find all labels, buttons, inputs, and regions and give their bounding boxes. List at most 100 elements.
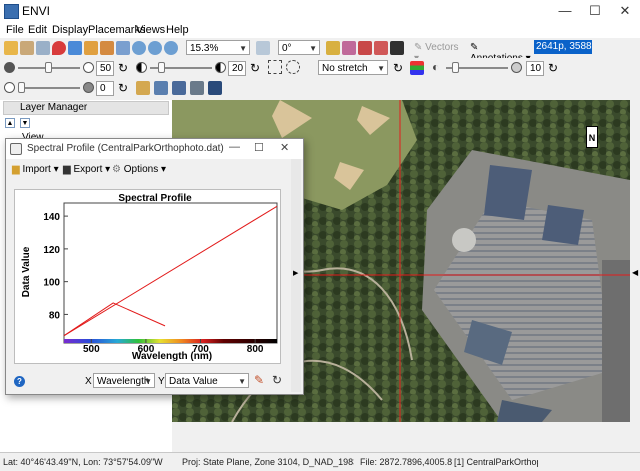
refresh-plot-icon[interactable]: ↻ xyxy=(272,373,282,387)
placemark-pin-icon[interactable] xyxy=(52,41,66,55)
reset-brightness-icon[interactable]: ↻ xyxy=(118,61,128,75)
y-tick-label: 80 xyxy=(49,310,61,321)
brightness-value-field[interactable]: 50 xyxy=(96,61,114,76)
reset-sharpen-icon[interactable]: ↻ xyxy=(548,61,558,75)
sharpen-max-icon xyxy=(511,62,522,73)
contrast-value-field[interactable]: 20 xyxy=(228,61,246,76)
spectral-plot-area[interactable]: Spectral Profile Data Value Wavelength (… xyxy=(14,189,281,364)
vectors-menu[interactable]: ✎ Vectors ▾ xyxy=(414,42,464,64)
crosshairs-icon[interactable] xyxy=(326,41,340,55)
plot-style-pencil-icon[interactable]: ✎ xyxy=(254,373,264,387)
collapse-all-icon[interactable]: ▲ xyxy=(5,118,15,128)
contrast-low-icon xyxy=(136,62,147,73)
go-to-field[interactable]: 2641p, 3588p xyxy=(534,40,592,54)
x-axis-select-value: Wavelength xyxy=(97,376,150,387)
transparency-low-icon xyxy=(4,82,15,93)
spectral-profile-icon[interactable] xyxy=(374,41,388,55)
annotations-menu[interactable]: ✎ Annotations ▾ xyxy=(470,42,532,64)
main-toolbar: 15.3% (1:6.5)▼ 0°▼ ✎ Vectors ▾ ✎ Annotat… xyxy=(0,38,640,69)
envi-app-icon xyxy=(4,4,19,19)
contrast-high-icon xyxy=(215,62,226,73)
zoom-select[interactable]: 15.3% (1:6.5)▼ xyxy=(186,40,250,69)
spectrum-color-bar xyxy=(64,339,277,343)
reset-transparency-icon[interactable]: ↻ xyxy=(118,81,128,95)
y-tick-label: 120 xyxy=(43,245,60,256)
menu-help[interactable]: Help xyxy=(162,22,193,38)
status-file-coords: File: 2872.7896,4005.8743 xyxy=(360,457,452,467)
reset-stretch-icon[interactable]: ↻ xyxy=(393,61,403,75)
portal-icon[interactable] xyxy=(136,81,150,95)
north-arrow-label: N xyxy=(588,133,596,143)
flicker-icon[interactable] xyxy=(172,81,186,95)
rgb-bands-icon[interactable] xyxy=(410,61,424,75)
roi-ellipse-icon[interactable] xyxy=(286,60,300,74)
transparency-value-field[interactable]: 0 xyxy=(96,81,114,96)
zoom-icon[interactable] xyxy=(132,41,146,55)
reset-contrast-icon[interactable]: ↻ xyxy=(250,61,260,75)
annotations-icon: ✎ xyxy=(470,42,479,53)
data-manager-icon[interactable] xyxy=(20,41,34,55)
dialog-maximize-button[interactable]: ☐ xyxy=(254,141,264,154)
spectral-series-line-1 xyxy=(63,205,278,337)
transparency-slider[interactable] xyxy=(18,87,80,89)
enhancement-toolbar: 50 ↻ 20 ↻ No stretch ▼ ↻ ◐ 10 ↻ xyxy=(0,58,640,78)
dialog-expand-arrow-icon[interactable]: ▶ xyxy=(293,269,298,277)
view-expand-arrow-icon[interactable]: ◀ xyxy=(632,268,638,277)
x-tick-label: 800 xyxy=(247,344,264,355)
chip-view-icon[interactable] xyxy=(208,81,222,95)
spectral-profile-chart: Spectral Profile Data Value Wavelength (… xyxy=(21,193,278,362)
y-axis-select[interactable]: Data Value ▼ xyxy=(165,373,249,388)
options-label: Options xyxy=(123,164,159,175)
rotation-select[interactable]: 0° ▼ xyxy=(278,40,320,55)
spectral-profile-dialog: Spectral Profile (CentralParkOrthophoto.… xyxy=(5,138,304,395)
pan-hand-icon[interactable] xyxy=(84,41,98,55)
status-projection: Proj: State Plane, Zone 3104, D_NAD_1983… xyxy=(182,457,354,467)
export-menu[interactable]: ▆ Export ▾ xyxy=(63,164,110,175)
maximize-button[interactable]: ☐ xyxy=(580,0,610,22)
link-views-icon[interactable] xyxy=(342,41,356,55)
brightness-slider-handle[interactable] xyxy=(45,62,52,73)
transparency-slider-handle[interactable] xyxy=(18,82,25,93)
fly-icon[interactable] xyxy=(100,41,114,55)
x-axis-select[interactable]: Wavelength ▼ xyxy=(93,373,155,388)
select-cursor-icon[interactable] xyxy=(68,41,82,55)
roi-select-icon[interactable] xyxy=(268,60,282,74)
spectral-series-line-2 xyxy=(63,302,166,337)
cursor-value-icon[interactable] xyxy=(358,41,372,55)
sharpen-value-field[interactable]: 10 xyxy=(526,61,544,76)
brightness-light-icon xyxy=(83,62,94,73)
title-bar: ENVI — ☐ ✕ xyxy=(0,0,640,23)
display-icon[interactable] xyxy=(390,41,404,55)
x-axis-letter: X xyxy=(85,376,92,387)
view-edge-strip xyxy=(630,100,640,422)
contrast-slider-handle[interactable] xyxy=(158,62,165,73)
status-bar: Lat: 40°46'43.49"N, Lon: 73°57'54.09"W P… xyxy=(0,452,640,471)
rotate-icon[interactable] xyxy=(116,41,130,55)
zoom-in-icon[interactable] xyxy=(148,41,162,55)
dialog-minimize-button[interactable]: — xyxy=(229,141,240,153)
import-menu[interactable]: ▆ Import ▾ xyxy=(12,164,59,175)
swipe-icon[interactable] xyxy=(190,81,204,95)
vectors-label: Vectors xyxy=(425,42,459,53)
minimize-button[interactable]: — xyxy=(550,0,580,22)
dialog-app-icon xyxy=(10,143,22,155)
layer-icon[interactable] xyxy=(36,41,50,55)
expand-all-icon[interactable]: ▼ xyxy=(20,118,30,128)
options-menu[interactable]: ⚙ Options ▾ xyxy=(112,164,166,175)
rotate-view-icon[interactable] xyxy=(256,41,270,55)
help-icon[interactable]: ? xyxy=(14,376,25,387)
x-tick-label: 500 xyxy=(83,344,100,355)
stretch-select[interactable]: No stretch ▼ xyxy=(318,60,388,75)
north-arrow-icon: N xyxy=(586,126,598,148)
status-latlon: Lat: 40°46'43.49"N, Lon: 73°57'54.09"W xyxy=(3,457,163,467)
sharpen-slider-handle[interactable] xyxy=(452,62,459,73)
open-folder-icon[interactable] xyxy=(4,41,18,55)
blend-icon[interactable] xyxy=(154,81,168,95)
zoom-out-icon[interactable] xyxy=(164,41,178,55)
close-button[interactable]: ✕ xyxy=(610,0,640,22)
transparency-high-icon xyxy=(83,82,94,93)
dialog-close-button[interactable]: ✕ xyxy=(280,141,289,154)
chart-frame xyxy=(63,202,278,344)
view-bottom-strip xyxy=(172,422,630,452)
menu-edit[interactable]: Edit xyxy=(24,22,51,38)
